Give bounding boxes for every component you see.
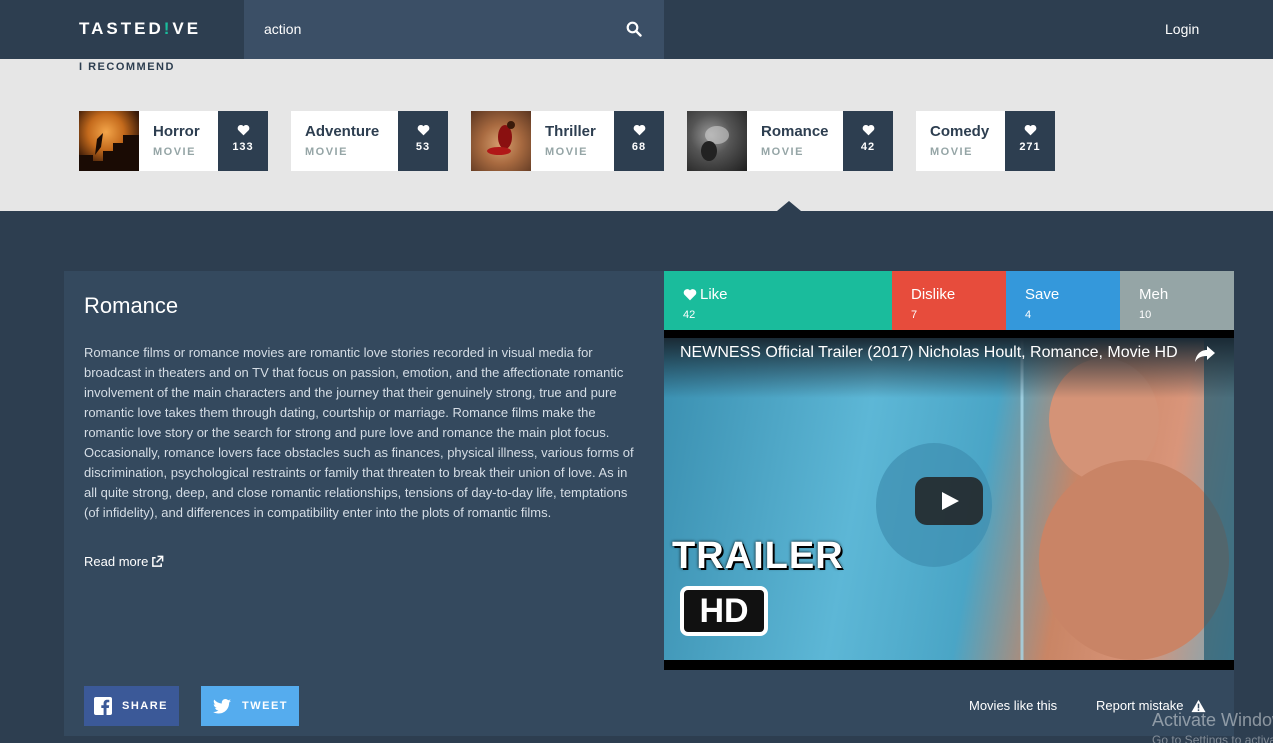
recommend-title: I RECOMMEND bbox=[79, 61, 175, 73]
read-more-link[interactable]: Read more bbox=[84, 554, 164, 569]
search-box[interactable]: action bbox=[244, 0, 664, 59]
search-input[interactable]: action bbox=[264, 21, 301, 37]
card-name: Thriller bbox=[545, 123, 596, 140]
heart-icon bbox=[683, 289, 697, 301]
dislike-label: Dislike bbox=[911, 286, 956, 303]
heart-icon bbox=[417, 124, 429, 136]
card-likes-count: 68 bbox=[631, 141, 647, 153]
recommend-section: I RECOMMEND Horror MOVIE 133 Adventure MOV… bbox=[0, 59, 1273, 211]
like-count: 42 bbox=[683, 309, 696, 321]
meh-button[interactable]: Meh 10 bbox=[1120, 271, 1234, 330]
windows-activation-subtext: Go to Settings to activate Windows. bbox=[1152, 733, 1273, 743]
logo-text-2: VE bbox=[172, 19, 202, 38]
card-likes-count: 42 bbox=[860, 141, 876, 153]
play-button[interactable] bbox=[915, 477, 983, 525]
like-button[interactable]: Like 42 bbox=[664, 271, 892, 330]
recommend-card-adventure[interactable]: Adventure MOVIE 53 bbox=[291, 111, 448, 171]
save-label: Save bbox=[1025, 286, 1060, 303]
facebook-icon bbox=[94, 697, 112, 715]
save-count: 4 bbox=[1025, 309, 1032, 321]
facebook-share-button[interactable]: SHARE bbox=[84, 686, 179, 726]
card-likes-count: 53 bbox=[415, 141, 431, 153]
recommend-card-horror[interactable]: Horror MOVIE 133 bbox=[79, 111, 268, 171]
top-navbar: TASTED!VE action Login bbox=[0, 0, 1273, 59]
card-likes-button[interactable]: 53 bbox=[398, 111, 448, 171]
heart-icon bbox=[633, 124, 645, 136]
selected-card-pointer bbox=[777, 201, 801, 211]
card-likes-button[interactable]: 133 bbox=[218, 111, 268, 171]
card-likes-button[interactable]: 42 bbox=[843, 111, 893, 171]
card-likes-count: 271 bbox=[1019, 141, 1041, 153]
card-name: Horror bbox=[153, 123, 200, 140]
dislike-button[interactable]: Dislike 7 bbox=[892, 271, 1006, 330]
like-label: Like bbox=[700, 286, 728, 303]
card-name: Romance bbox=[761, 123, 829, 140]
windows-activation-watermark: Activate Windows bbox=[1152, 710, 1273, 730]
card-type: MOVIE bbox=[153, 146, 196, 158]
external-link-icon bbox=[152, 555, 164, 567]
card-type: MOVIE bbox=[761, 146, 804, 158]
card-type: MOVIE bbox=[305, 146, 348, 158]
vote-bar: Like 42 Dislike 7 Save 4 Meh 10 bbox=[664, 271, 1234, 330]
dislike-count: 7 bbox=[911, 309, 918, 321]
video-player[interactable]: NEWNESS Official Trailer (2017) Nicholas… bbox=[664, 330, 1234, 670]
meh-label: Meh bbox=[1139, 286, 1169, 303]
logo-text-1: TASTED bbox=[79, 19, 164, 38]
read-more-label: Read more bbox=[84, 554, 149, 569]
movies-like-this-link[interactable]: Movies like this bbox=[969, 698, 1057, 713]
save-button[interactable]: Save 4 bbox=[1006, 271, 1120, 330]
login-link[interactable]: Login bbox=[1165, 21, 1199, 37]
card-type: MOVIE bbox=[545, 146, 588, 158]
card-type: MOVIE bbox=[930, 146, 973, 158]
recommend-card-thriller[interactable]: Thriller MOVIE 68 bbox=[471, 111, 664, 171]
heart-icon bbox=[862, 124, 874, 136]
card-name: Adventure bbox=[305, 123, 380, 140]
logo[interactable]: TASTED!VE bbox=[79, 19, 201, 39]
trailer-overlay-text: TRAILER bbox=[672, 535, 844, 577]
card-likes-button[interactable]: 68 bbox=[614, 111, 664, 171]
card-likes-count: 133 bbox=[232, 141, 254, 153]
twitter-tweet-button[interactable]: TWEET bbox=[201, 686, 299, 726]
card-likes-button[interactable]: 271 bbox=[1005, 111, 1055, 171]
detail-description: Romance films or romance movies are roma… bbox=[84, 345, 634, 520]
detail-title: Romance bbox=[84, 293, 179, 318]
share-arrow-icon[interactable] bbox=[1194, 345, 1216, 363]
card-name: Comedy bbox=[930, 123, 990, 140]
meh-count: 10 bbox=[1139, 309, 1152, 321]
share-label: SHARE bbox=[122, 700, 169, 712]
recommend-card-comedy[interactable]: Comedy MOVIE 271 bbox=[916, 111, 1055, 171]
video-title[interactable]: NEWNESS Official Trailer (2017) Nicholas… bbox=[680, 344, 1180, 362]
tweet-label: TWEET bbox=[242, 700, 288, 712]
horror-thumbnail bbox=[79, 111, 139, 171]
detail-panel: Romance Romance films or romance movies … bbox=[64, 271, 1234, 736]
hd-badge: HD bbox=[680, 586, 768, 636]
twitter-icon bbox=[213, 698, 231, 714]
search-icon[interactable] bbox=[626, 21, 642, 37]
heart-icon bbox=[237, 124, 249, 136]
romance-thumbnail bbox=[687, 111, 747, 171]
heart-icon bbox=[1024, 124, 1036, 136]
recommend-card-romance[interactable]: Romance MOVIE 42 bbox=[687, 111, 893, 171]
thriller-thumbnail bbox=[471, 111, 531, 171]
